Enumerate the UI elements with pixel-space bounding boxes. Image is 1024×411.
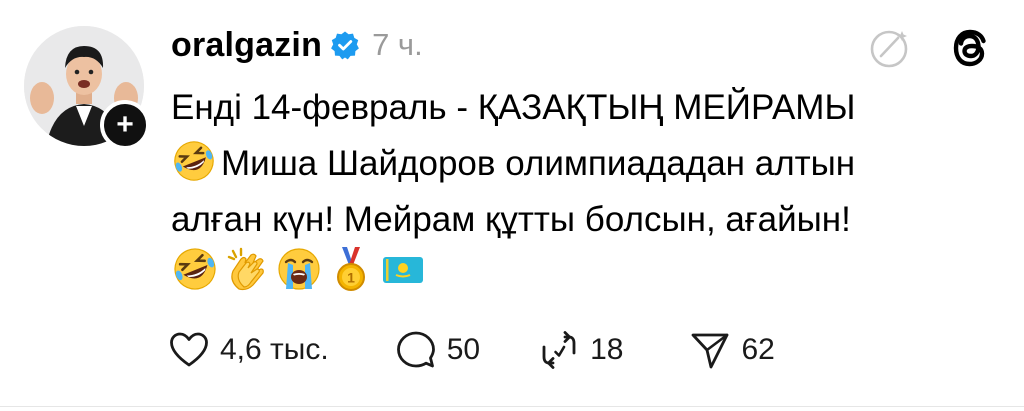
post-text-line-2: Миша Шайдоров олимпиададан алтын [221,144,856,183]
comment-bubble-icon [396,331,435,368]
repost-icon [542,331,576,369]
post-divider [0,406,1024,407]
post-actions: 4,6 тыс. 50 18 62 [168,326,823,374]
heart-icon [170,332,208,367]
share-button[interactable]: 62 [689,329,775,371]
post-text: Енді 14-февраль - ҚАЗАҚТЫҢ МЕЙРАМЫ Миша … [171,80,991,248]
verified-badge-icon [331,31,359,60]
like-count: 4,6 тыс. [220,333,329,366]
post-text-line-2-wrap: Миша Шайдоров олимпиададан алтын [171,136,991,192]
clapping-hands-emoji-icon [227,247,264,291]
svg-text:1: 1 [347,270,355,286]
share-count: 62 [741,333,775,366]
post-text-line-1: Енді 14-февраль - ҚАЗАҚТЫҢ МЕЙРАМЫ [171,88,856,127]
rolling-laughing-emoji-icon [174,141,214,181]
like-button[interactable]: 4,6 тыс. [168,329,329,371]
ai-summary-icon[interactable] [868,26,912,70]
post-time[interactable]: 7 ч. [372,27,423,63]
repost-button[interactable]: 18 [538,329,623,371]
repost-count: 18 [590,333,624,366]
flag-kazakhstan-emoji-icon [383,257,423,283]
username[interactable]: oralgazin [171,26,322,65]
send-icon [692,333,729,369]
rolling-laughing-emoji-icon [174,248,216,290]
follow-button[interactable]: + [100,100,150,150]
post-text-line-3: алған күн! Мейрам құтты болсын, ағайын! [171,200,851,239]
plus-icon: + [116,108,134,141]
threads-post: + oralgazin 7 ч. Енді 14-февраль - ҚАЗАҚ… [0,0,1024,411]
reply-button[interactable]: 50 [395,329,480,371]
reply-count: 50 [446,333,481,366]
loudly-crying-face-emoji-icon [278,248,320,290]
first-place-medal-emoji-icon: 1 [337,247,365,291]
emoji-row: 1 [171,245,427,293]
threads-logo-icon[interactable] [944,22,996,74]
post-header: oralgazin 7 ч. [171,22,423,68]
